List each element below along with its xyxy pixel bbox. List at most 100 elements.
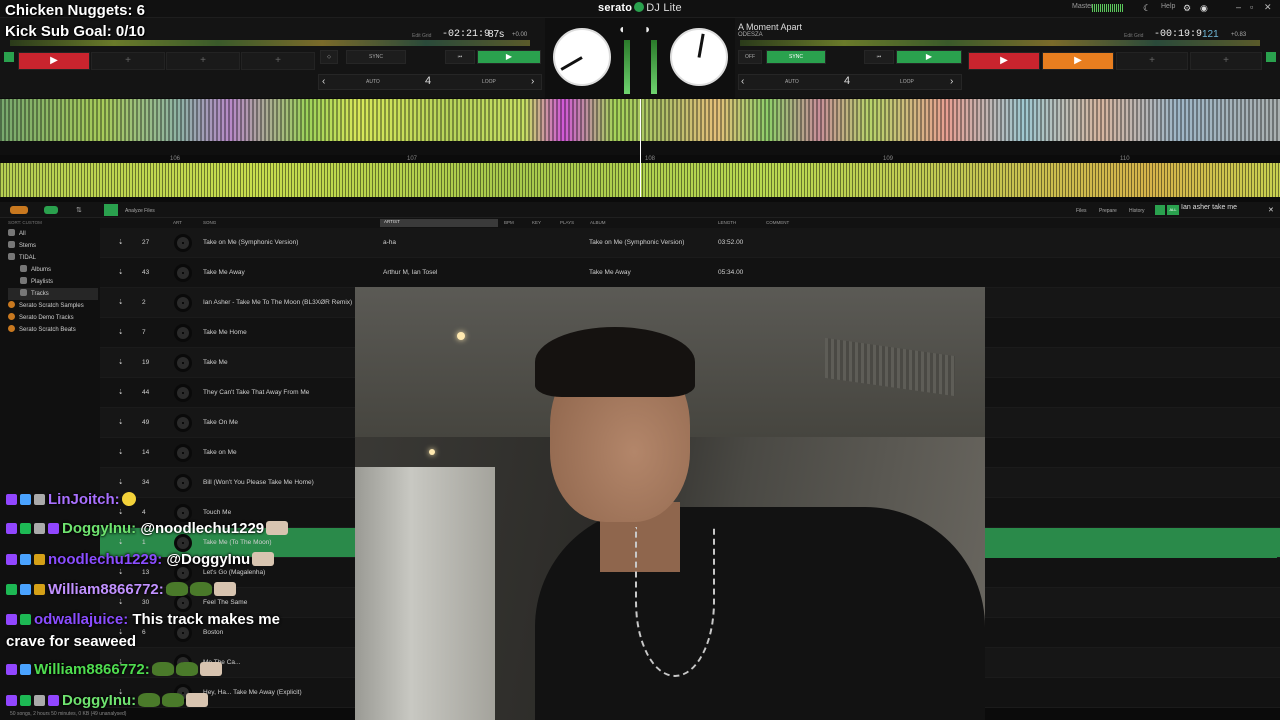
cue-right-3[interactable]: +	[1116, 52, 1188, 70]
cue-left-4[interactable]: +	[241, 52, 315, 70]
crate-icon	[8, 313, 15, 320]
deck-right-editgrid[interactable]: Edit Grid	[1124, 33, 1143, 39]
col-art[interactable]: ART	[173, 220, 182, 225]
deck-left-loop-up-icon[interactable]: ›	[531, 76, 534, 87]
gain-left-icon[interactable]: ◖	[618, 22, 625, 36]
crate-demo-tracks[interactable]: Serato Demo Tracks	[8, 312, 98, 324]
col-bpm[interactable]: BPM	[504, 220, 514, 225]
crate-all[interactable]: All	[8, 228, 98, 240]
table-row[interactable]: ⇣ 27 Take on Me (Symphonic Version) a-ha Tak…	[100, 228, 1280, 258]
history-button[interactable]: History	[1129, 208, 1145, 214]
col-length[interactable]: LENGTH	[718, 220, 736, 225]
list-view-icon[interactable]	[104, 204, 118, 216]
col-comment[interactable]: COMMENT	[766, 220, 789, 225]
cue-left-1[interactable]: ▶	[18, 52, 90, 70]
deck-left-key-icon[interactable]: ◇	[320, 50, 338, 64]
crate-albums[interactable]: Albums	[20, 264, 98, 276]
emote-icon	[162, 693, 185, 707]
deck-left-pitch: +0.00	[512, 32, 528, 38]
close-icon[interactable]: ✕	[1264, 2, 1272, 13]
col-song[interactable]: SONG	[203, 220, 216, 225]
help-menu[interactable]: Help	[1161, 3, 1175, 10]
sort-icon[interactable]: ⇅	[76, 206, 82, 214]
beat-marker: 108	[645, 156, 656, 162]
deck-left-play-icon[interactable]: ▶	[477, 50, 541, 64]
chat-username: William8866772:	[34, 661, 150, 678]
search-input[interactable]: Ian asher take me	[1181, 204, 1269, 216]
crate-scratch-samples[interactable]: Serato Scratch Samples	[8, 300, 98, 312]
deck-right-title: A Moment Apart	[738, 22, 803, 32]
deck-right-pitch: +0.83	[1231, 32, 1247, 38]
song-title: Take Me Away	[203, 269, 245, 276]
deck-right-loop-up-icon[interactable]: ›	[950, 76, 953, 87]
deck-right-overview[interactable]	[740, 40, 1260, 46]
col-album[interactable]: ALBUM	[590, 220, 606, 225]
gain-right-icon[interactable]: ◗	[644, 22, 651, 36]
crate-label: Stems	[19, 243, 37, 249]
row-number: 27	[142, 239, 150, 246]
table-row[interactable]: ⇣ 43 Take Me Away Arthur M, Ian Tosel Take M…	[100, 258, 1280, 288]
deck-right-auto[interactable]: AUTO	[785, 79, 799, 85]
deck-right-loop[interactable]: LOOP	[900, 79, 914, 85]
add-smart-crate-icon[interactable]	[44, 206, 58, 214]
col-plays[interactable]: PLAYS	[560, 220, 574, 225]
cue-right-2[interactable]: ▶	[1042, 52, 1114, 70]
deck-left-prev-icon[interactable]: ⏮	[445, 50, 475, 64]
crate-playlists[interactable]: Playlists	[20, 276, 98, 288]
album-art-icon	[174, 264, 192, 282]
deck-right-prev-icon[interactable]: ⏮	[864, 50, 894, 64]
deck-right-loop-down-icon[interactable]: ‹	[741, 76, 744, 87]
deck-left-sync[interactable]: SYNC	[346, 50, 406, 64]
crate-icon	[20, 265, 27, 272]
deck-right-play-icon[interactable]: ▶	[896, 50, 962, 64]
filter-icon[interactable]	[1155, 205, 1165, 215]
twitch-icon	[6, 523, 17, 534]
user-icon[interactable]: ◉	[1200, 3, 1208, 14]
deck-right-off[interactable]: OFF	[738, 50, 762, 64]
row-number: 14	[142, 449, 150, 456]
col-artist[interactable]: ARTIST	[380, 219, 498, 227]
crate-tidal[interactable]: TIDAL	[8, 252, 98, 264]
chat-username: LinJoitch:	[48, 491, 120, 508]
analyze-files-button[interactable]: Analyze Files	[125, 208, 155, 214]
cue-left-2[interactable]: +	[91, 52, 165, 70]
crate-label: Serato Scratch Samples	[19, 303, 84, 309]
prepare-button[interactable]: Prepare	[1099, 208, 1117, 214]
deck-left-loop-down-icon[interactable]: ‹	[322, 76, 325, 87]
track-length: 03:52.00	[718, 239, 744, 246]
gear-icon[interactable]: ⚙	[1183, 3, 1191, 14]
master-label: Master	[1072, 3, 1094, 10]
song-title: Me The Ca...	[203, 659, 241, 666]
all-filter[interactable]: ALL	[1167, 205, 1179, 215]
crate-tracks[interactable]: Tracks	[8, 288, 98, 300]
deck-left-overview[interactable]	[10, 40, 530, 46]
crate-stems[interactable]: Stems	[8, 240, 98, 252]
clear-search-icon[interactable]: ✕	[1268, 206, 1274, 214]
emote-icon	[252, 552, 275, 566]
deck-left-auto[interactable]: AUTO	[366, 79, 380, 85]
kick-icon	[6, 584, 17, 595]
cue-right-4[interactable]: +	[1190, 52, 1262, 70]
cue-left-3[interactable]: +	[166, 52, 240, 70]
add-crate-icon[interactable]	[10, 206, 28, 214]
crate-scratch-beats[interactable]: Serato Scratch Beats	[8, 324, 98, 336]
chat-username: DoggyInu:	[62, 692, 137, 709]
moon-icon[interactable]: ☾	[1143, 3, 1151, 14]
maximize-icon[interactable]: ▫	[1250, 2, 1253, 12]
artist-name: Arthur M, Ian Tosel	[383, 269, 438, 276]
deck-right-sync[interactable]: SYNC	[766, 50, 826, 64]
minimize-icon[interactable]: –	[1236, 2, 1241, 12]
twitch-icon	[6, 695, 17, 706]
emote-icon	[175, 662, 198, 676]
col-key[interactable]: KEY	[532, 220, 541, 225]
files-button[interactable]: Files	[1076, 208, 1087, 214]
badge-icon	[34, 494, 45, 505]
table-header	[100, 218, 1280, 228]
badge-icon	[20, 584, 31, 595]
deck-left-editgrid[interactable]: Edit Grid	[412, 33, 431, 39]
deck-left-loop[interactable]: LOOP	[482, 79, 496, 85]
twitch-icon	[6, 494, 17, 505]
badge-icon	[20, 695, 31, 706]
cue-right-1[interactable]: ▶	[968, 52, 1040, 70]
song-title: They Can't Take That Away From Me	[203, 389, 310, 396]
